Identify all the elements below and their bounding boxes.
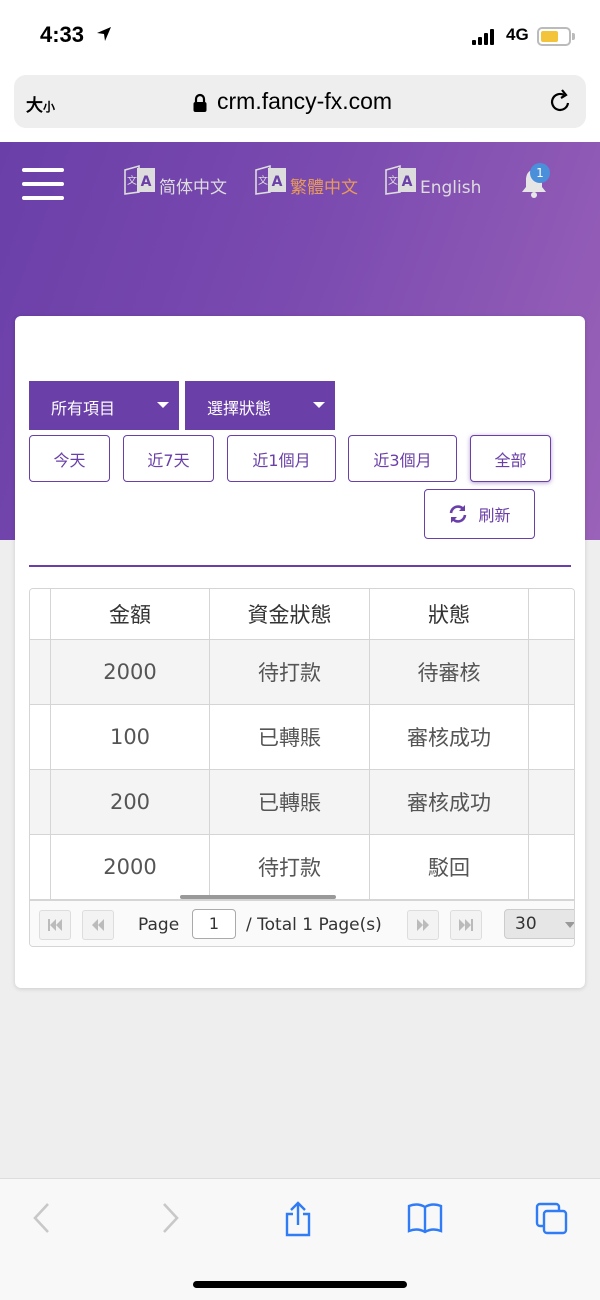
network-type: 4G [506,25,529,44]
reload-icon[interactable] [550,89,572,113]
browser-address-area: 大小 crm.fancy-fx.com [0,72,600,142]
table-row[interactable]: 200 已轉賬 審核成功 [30,770,574,835]
last-page-button[interactable] [450,910,482,940]
range-today-button[interactable]: 今天 [29,435,110,482]
cell-fund-status: 待打款 [210,640,370,705]
forward-icon[interactable] [158,1201,182,1235]
page-label: Page [138,915,180,935]
first-page-icon [48,919,62,931]
column-header-amount[interactable]: 金額 [51,589,210,640]
notification-badge: 1 [530,163,550,183]
lang-traditional-chinese[interactable]: A 文 繁體中文 [254,164,358,198]
bookmarks-icon[interactable] [406,1201,444,1235]
page-number-input[interactable]: 1 [192,909,236,939]
column-header-status[interactable]: 狀態 [370,589,529,640]
share-icon[interactable] [282,1201,314,1237]
cell-status: 駁回 [370,835,529,900]
svg-text:A: A [272,174,283,190]
cell-status: 審核成功 [370,770,529,835]
notification-bell[interactable]: 1 [520,163,550,203]
caret-down-icon [313,402,325,408]
table-row[interactable]: 100 已轉賬 審核成功 [30,705,574,770]
clock: 4:33 [40,22,85,47]
location-arrow-icon [97,27,111,41]
cell-status: 待審核 [370,640,529,705]
tabs-icon[interactable] [534,1201,570,1237]
status-select[interactable]: 選擇狀態 [185,381,335,430]
cell-amount: 200 [51,770,210,835]
column-header-fund-status[interactable]: 資金狀態 [210,589,370,640]
prev-page-icon [92,919,104,931]
next-page-icon [417,919,429,931]
table-row[interactable]: 2000 待打款 待審核 [30,640,574,705]
horizontal-scrollbar[interactable] [180,895,336,899]
last-page-icon [459,919,473,931]
lang-english[interactable]: A 文 English [384,164,481,198]
table-row[interactable]: 2000 待打款 駁回 [30,835,574,900]
cell-amount: 2000 [51,835,210,900]
records-card: 所有項目 選擇狀態 今天 近7天 近1個月 近3個月 全部 刷新 金額 資金狀態… [15,316,585,988]
translate-icon: A 文 [385,164,416,195]
caret-down-icon [157,402,169,408]
translate-icon: A 文 [124,164,155,195]
browser-toolbar [0,1178,600,1300]
url-text: crm.fancy-fx.com [217,88,393,114]
battery-icon [537,27,575,46]
records-table: 金額 資金狀態 狀態 2000 待打款 待審核 100 已轉賬 審核成功 200… [29,588,575,947]
cell-status: 審核成功 [370,705,529,770]
svg-text:文: 文 [258,174,268,187]
menu-icon[interactable] [22,168,64,202]
translate-icon: A 文 [255,164,286,195]
lang-simplified-chinese[interactable]: A 文 简体中文 [123,164,227,198]
table-pager: Page 1 / Total 1 Page(s) 30 [30,900,574,946]
address-bar[interactable]: 大小 crm.fancy-fx.com [14,75,586,128]
project-select[interactable]: 所有項目 [29,381,179,430]
svg-text:文: 文 [388,174,398,187]
back-icon[interactable] [30,1201,54,1235]
cell-amount: 2000 [51,640,210,705]
lock-icon [193,93,207,112]
cell-amount: 100 [51,705,210,770]
page-size-select[interactable]: 30 [504,909,574,939]
prev-page-button[interactable] [82,910,114,940]
status-bar: 4:33 4G [0,0,600,72]
range-7days-button[interactable]: 近7天 [123,435,214,482]
text-size-button[interactable]: 大小 [26,91,55,116]
cell-fund-status: 待打款 [210,835,370,900]
range-1month-button[interactable]: 近1個月 [227,435,336,482]
refresh-icon [450,505,467,523]
cell-fund-status: 已轉賬 [210,705,370,770]
refresh-button[interactable]: 刷新 [424,489,535,539]
home-indicator[interactable] [193,1281,407,1288]
svg-text:A: A [402,174,413,190]
next-page-button[interactable] [407,910,439,940]
range-3months-button[interactable]: 近3個月 [348,435,457,482]
section-divider [29,565,571,567]
svg-text:A: A [141,174,152,190]
caret-down-icon [565,922,574,928]
svg-text:文: 文 [127,174,137,187]
first-page-button[interactable] [39,910,71,940]
table-header-row: 金額 資金狀態 狀態 [30,589,574,640]
cell-fund-status: 已轉賬 [210,770,370,835]
total-pages-label: / Total 1 Page(s) [246,915,382,935]
range-all-button[interactable]: 全部 [470,435,551,482]
